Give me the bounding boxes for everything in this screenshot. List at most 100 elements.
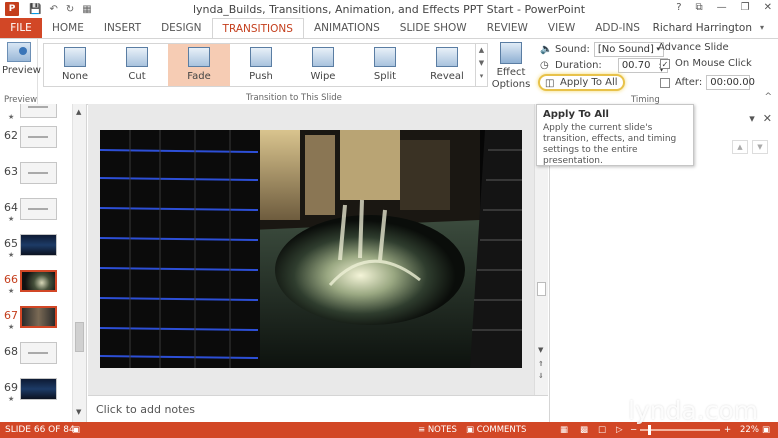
preview-group: Preview Preview: [0, 39, 41, 106]
gallery-scroll[interactable]: ▲ ▼ ▾: [475, 44, 487, 86]
start-presentation-icon[interactable]: ▦: [82, 4, 91, 15]
transition-none[interactable]: None: [44, 44, 106, 86]
tab-view[interactable]: VIEW: [538, 18, 585, 38]
tab-home[interactable]: HOME: [42, 18, 94, 38]
slide-thumbnail[interactable]: 66 ★: [0, 270, 70, 300]
apply-to-all-button[interactable]: ◫ Apply To All: [538, 74, 625, 91]
sound-row: 🔈 Sound: [No Sound] ▾: [540, 42, 664, 57]
chevron-down-icon[interactable]: ▾: [760, 18, 764, 38]
help-icon[interactable]: ?: [676, 2, 681, 13]
preview-label: Preview: [2, 65, 41, 76]
transition-wipe[interactable]: Wipe: [292, 44, 354, 86]
slide-thumbnail[interactable]: 69 ★: [0, 378, 70, 408]
tab-animations[interactable]: ANIMATIONS: [304, 18, 390, 38]
on-mouse-click-row[interactable]: ✓ On Mouse Click: [660, 58, 752, 69]
zoom-slider[interactable]: [640, 425, 720, 435]
powerpoint-app-icon: P: [5, 2, 19, 16]
transition-reveal-label: Reveal: [430, 71, 464, 82]
editor-scrollbar-thumb[interactable]: [537, 282, 546, 296]
pane-options-icon[interactable]: ▾: [749, 112, 755, 125]
scroll-down-icon[interactable]: ▼: [538, 346, 543, 354]
zoom-level[interactable]: 22%: [740, 425, 759, 435]
slide-thumbnail-image: [20, 126, 57, 148]
window-controls: ? ⧉ — ❐ ✕: [676, 2, 772, 13]
tooltip-title: Apply To All: [543, 109, 609, 120]
timing-group: 🔈 Sound: [No Sound]▾ ◷ Duration: 00.70▲▼…: [536, 39, 776, 106]
on-mouse-click-checkbox[interactable]: ✓: [660, 58, 670, 69]
transition-push[interactable]: Push: [230, 44, 292, 86]
slide-thumbnail[interactable]: 67 ★: [0, 306, 70, 336]
move-down-icon[interactable]: ▼: [752, 140, 768, 154]
fit-slide-icon[interactable]: ▣: [762, 425, 770, 435]
tab-add-ins[interactable]: ADD-INS: [585, 18, 650, 38]
minimize-icon[interactable]: —: [717, 2, 727, 13]
transition-split-label: Split: [373, 71, 397, 82]
tab-transitions[interactable]: TRANSITIONS: [211, 18, 304, 38]
transition-split-icon: [374, 47, 396, 67]
scroll-down-icon[interactable]: ▼: [76, 408, 81, 416]
collapse-ribbon-icon[interactable]: ^: [764, 92, 772, 102]
las-vegas-night-photo: [100, 130, 522, 368]
transition-cut-icon: [126, 47, 148, 67]
tab-slide-show[interactable]: SLIDE SHOW: [390, 18, 477, 38]
normal-view-icon[interactable]: ▦: [560, 425, 568, 435]
notes-pane[interactable]: Click to add notes: [88, 395, 548, 422]
slide-thumbnail[interactable]: 62: [0, 126, 70, 156]
after-checkbox[interactable]: [660, 77, 670, 88]
slide-sorter-icon[interactable]: ▩: [580, 425, 588, 435]
reading-view-icon[interactable]: □: [598, 425, 606, 435]
redo-icon[interactable]: ↻: [66, 4, 74, 15]
preview-button[interactable]: Preview: [2, 42, 41, 76]
after-input[interactable]: 00:00.00: [706, 75, 755, 90]
tab-insert[interactable]: INSERT: [94, 18, 151, 38]
move-up-icon[interactable]: ▲: [732, 140, 748, 154]
zoom-out-icon[interactable]: −: [630, 425, 637, 435]
ribbon-display-icon[interactable]: ⧉: [696, 2, 703, 13]
undo-icon[interactable]: ↶: [49, 4, 57, 15]
transition-fade-icon: [188, 47, 210, 67]
slide-thumbnail-image: [20, 270, 57, 292]
save-icon[interactable]: 💾: [29, 4, 41, 15]
slide-number: 67: [4, 309, 18, 322]
close-icon[interactable]: ✕: [764, 2, 772, 13]
transition-push-label: Push: [249, 71, 273, 82]
pane-reorder: ▲ ▼: [732, 140, 768, 154]
after-row: After: 00:00.00: [660, 75, 755, 90]
duration-row: ◷ Duration: 00.70▲▼: [540, 58, 668, 73]
notes-placeholder[interactable]: Click to add notes: [96, 403, 195, 416]
sound-dropdown[interactable]: [No Sound] ▾: [593, 42, 664, 57]
slide-thumbnail[interactable]: 68: [0, 342, 70, 372]
comments-toggle[interactable]: ▣ COMMENTS: [466, 425, 526, 435]
tab-design[interactable]: DESIGN: [151, 18, 211, 38]
sound-icon: 🔈: [540, 44, 553, 55]
thumbnails-scrollbar[interactable]: ▲ ▼: [72, 104, 86, 422]
slide-thumbnail[interactable]: 64 ★: [0, 198, 70, 228]
restore-icon[interactable]: ❐: [741, 2, 750, 13]
slide-thumbnail[interactable]: 63: [0, 162, 70, 192]
transition-split[interactable]: Split: [354, 44, 416, 86]
effect-options-button[interactable]: Effect Options: [490, 42, 532, 91]
transition-reveal[interactable]: Reveal: [416, 44, 478, 86]
next-slide-icon[interactable]: ⇓: [538, 372, 544, 380]
slide-counter: SLIDE 66 OF 84: [5, 425, 75, 435]
tab-file[interactable]: FILE: [0, 18, 42, 38]
transition-fade[interactable]: Fade: [168, 44, 230, 86]
slide-thumbnail-partial[interactable]: ★: [0, 104, 70, 126]
zoom-in-icon[interactable]: +: [724, 425, 731, 435]
scroll-up-icon[interactable]: ▲: [76, 108, 81, 116]
close-pane-icon[interactable]: ✕: [763, 112, 772, 125]
duration-value: 00.70: [621, 60, 651, 71]
slide-thumbnails-pane: ★ 62 63 64 ★ 65 ★ 66 ★ 67 ★ 68 69 ★ ▲ ▼: [0, 104, 87, 422]
after-value: 00:00.00: [710, 77, 755, 88]
notes-toggle[interactable]: ≡ NOTES: [418, 425, 457, 435]
transition-push-icon: [250, 47, 272, 67]
transition-cut[interactable]: Cut: [106, 44, 168, 86]
slide-show-icon[interactable]: ▷: [616, 425, 623, 435]
tab-review[interactable]: REVIEW: [477, 18, 538, 38]
current-slide[interactable]: [100, 130, 522, 368]
slide-thumbnail[interactable]: 65 ★: [0, 234, 70, 264]
proofing-icon[interactable]: ▣: [72, 425, 80, 435]
scrollbar-thumb[interactable]: [75, 322, 84, 352]
user-name[interactable]: Richard Harrington: [653, 18, 752, 38]
previous-slide-icon[interactable]: ⇑: [538, 360, 544, 368]
